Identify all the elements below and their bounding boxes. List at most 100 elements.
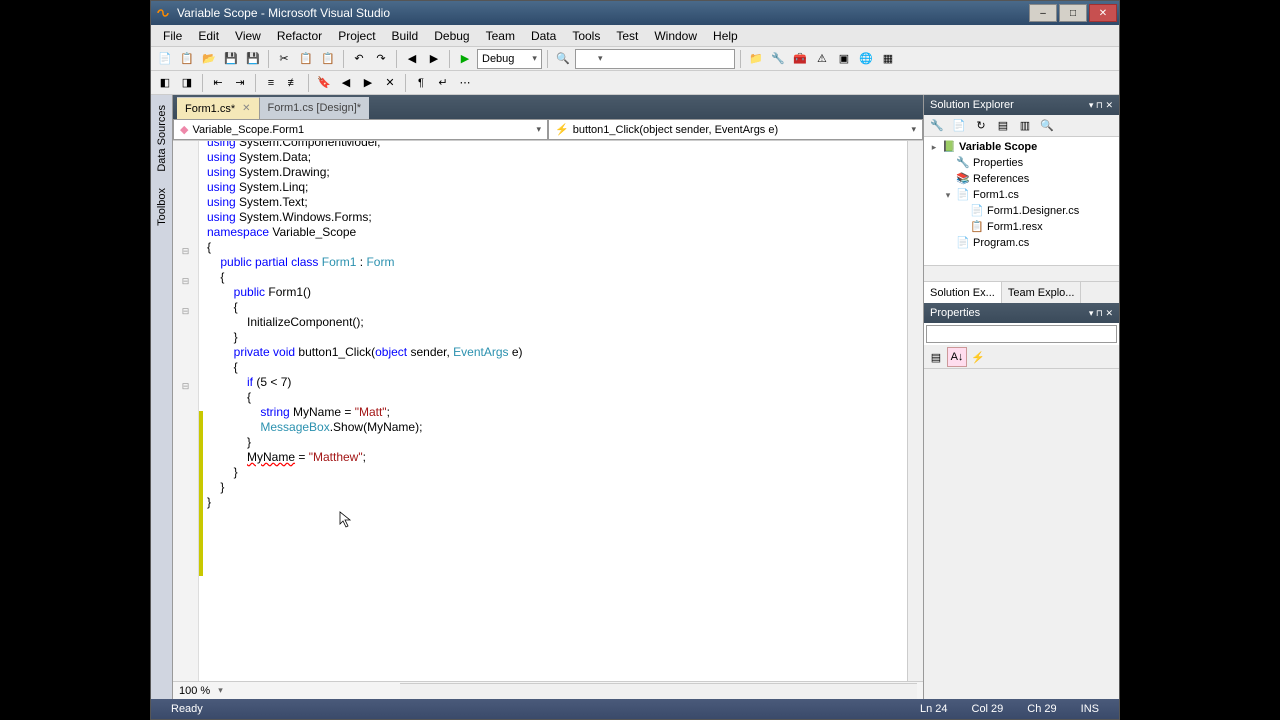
redo-button[interactable]: ↷	[371, 49, 391, 69]
toolbox-tab[interactable]: Toolbox	[154, 184, 170, 230]
bookmark-clear-button[interactable]: ✕	[380, 73, 400, 93]
properties-toolbar: ▤ A↓ ⚡	[924, 345, 1119, 369]
tree-node[interactable]: 📄Program.cs	[926, 235, 1117, 251]
show-all-icon[interactable]: 📄	[949, 116, 969, 136]
panel-tab[interactable]: Solution Ex...	[924, 282, 1002, 303]
properties-object-dropdown[interactable]	[926, 325, 1117, 343]
object-browser-button[interactable]: ◧	[155, 73, 175, 93]
menu-project[interactable]: Project	[330, 27, 383, 45]
copy-button[interactable]: 📋	[296, 49, 316, 69]
view-class-icon[interactable]: 🔍	[1037, 116, 1057, 136]
editor-status: 100 % ▾	[173, 681, 923, 699]
fold-gutter[interactable]: ⊟⊟⊟⊟	[173, 141, 199, 681]
tree-node[interactable]: ▸📗Variable Scope	[926, 139, 1117, 155]
toolbox-button[interactable]: 🧰	[790, 49, 810, 69]
add-item-button[interactable]: 📋	[177, 49, 197, 69]
uncomment-button[interactable]: ≢	[283, 73, 303, 93]
maximize-button[interactable]: □	[1059, 4, 1087, 22]
tree-node[interactable]: 📄Form1.Designer.cs	[926, 203, 1117, 219]
menu-refactor[interactable]: Refactor	[269, 27, 330, 45]
ws-button[interactable]: ¶	[411, 73, 431, 93]
menu-view[interactable]: View	[227, 27, 269, 45]
tree-node[interactable]: 📋Form1.resx	[926, 219, 1117, 235]
editor-pane: Form1.cs*✕Form1.cs [Design]* ◆Variable_S…	[173, 95, 923, 699]
menu-data[interactable]: Data	[523, 27, 564, 45]
view-designer-icon[interactable]: ▥	[1015, 116, 1035, 136]
menu-debug[interactable]: Debug	[426, 27, 477, 45]
menu-edit[interactable]: Edit	[190, 27, 227, 45]
member-combo[interactable]: ⚡button1_Click(object sender, EventArgs …	[548, 119, 923, 140]
tree-node[interactable]: 🔧Properties	[926, 155, 1117, 171]
document-tabs: Form1.cs*✕Form1.cs [Design]*	[173, 95, 923, 119]
zoom-dropdown-icon[interactable]: ▾	[218, 685, 223, 696]
tree-node[interactable]: 📚References	[926, 171, 1117, 187]
save-all-button[interactable]: 💾	[243, 49, 263, 69]
class-view-button[interactable]: ◨	[177, 73, 197, 93]
indent-more-button[interactable]: ⇥	[230, 73, 250, 93]
menu-team[interactable]: Team	[478, 27, 523, 45]
undo-button[interactable]: ↶	[349, 49, 369, 69]
titlebar[interactable]: Variable Scope - Microsoft Visual Studio…	[151, 1, 1119, 25]
document-tab[interactable]: Form1.cs*✕	[177, 97, 260, 119]
navigate-fwd-button[interactable]: ▶	[424, 49, 444, 69]
solution-tree[interactable]: ▸📗Variable Scope🔧Properties📚References▾📄…	[924, 137, 1119, 265]
window-title: Variable Scope - Microsoft Visual Studio	[177, 6, 1029, 20]
menu-help[interactable]: Help	[705, 27, 746, 45]
navigate-back-button[interactable]: ◀	[402, 49, 422, 69]
close-button[interactable]: ✕	[1089, 4, 1117, 22]
comment-button[interactable]: ≡	[261, 73, 281, 93]
tree-hscroll[interactable]	[924, 265, 1119, 281]
command-window-button[interactable]: ▣	[834, 49, 854, 69]
separator	[740, 50, 741, 68]
tree-node[interactable]: ▾📄Form1.cs	[926, 187, 1117, 203]
menu-build[interactable]: Build	[384, 27, 427, 45]
panel-tab[interactable]: Team Explo...	[1002, 282, 1082, 303]
view-code-icon[interactable]: ▤	[993, 116, 1013, 136]
solution-explorer-button[interactable]: 📁	[746, 49, 766, 69]
indent-less-button[interactable]: ⇤	[208, 73, 228, 93]
find-dropdown[interactable]	[575, 49, 735, 69]
class-combo[interactable]: ◆Variable_Scope.Form1	[173, 119, 548, 140]
find-button[interactable]: 🔍	[553, 49, 573, 69]
bookmark-button[interactable]: 🔖	[314, 73, 334, 93]
config-dropdown[interactable]: Debug	[477, 49, 542, 69]
menu-window[interactable]: Window	[646, 27, 705, 45]
wrap-button[interactable]: ↵	[433, 73, 453, 93]
app-icon	[155, 5, 171, 21]
status-col: Col 29	[960, 703, 1016, 715]
save-button[interactable]: 💾	[221, 49, 241, 69]
code-editor[interactable]: ⊟⊟⊟⊟ using System.ComponentModel;using S…	[173, 141, 923, 681]
bookmark-next-button[interactable]: ▶	[358, 73, 378, 93]
properties-button[interactable]: 🔧	[768, 49, 788, 69]
minimize-button[interactable]: –	[1029, 4, 1057, 22]
data-sources-tab[interactable]: Data Sources	[154, 101, 170, 176]
horizontal-scrollbar[interactable]	[400, 683, 917, 699]
zoom-level[interactable]: 100 %	[179, 685, 210, 697]
extension-button[interactable]: ▦	[878, 49, 898, 69]
refresh-icon[interactable]: ↻	[971, 116, 991, 136]
complete-button[interactable]: ⋯	[455, 73, 475, 93]
document-tab[interactable]: Form1.cs [Design]*	[260, 97, 370, 119]
menu-test[interactable]: Test	[608, 27, 646, 45]
separator	[449, 50, 450, 68]
vertical-scrollbar[interactable]	[907, 141, 923, 681]
start-button[interactable]: ▶	[455, 49, 475, 69]
categorized-icon[interactable]: ▤	[926, 347, 946, 367]
paste-button[interactable]: 📋	[318, 49, 338, 69]
properties-grid[interactable]	[924, 369, 1119, 699]
bookmark-prev-button[interactable]: ◀	[336, 73, 356, 93]
open-button[interactable]: 📂	[199, 49, 219, 69]
alpha-sort-icon[interactable]: A↓	[947, 347, 967, 367]
code-area[interactable]: using System.ComponentModel;using System…	[203, 141, 907, 681]
start-page-button[interactable]: 🌐	[856, 49, 876, 69]
side-panels: Solution Explorer▾ ⊓ ✕ 🔧 📄 ↻ ▤ ▥ 🔍 ▸📗Var…	[923, 95, 1119, 699]
cut-button[interactable]: ✂	[274, 49, 294, 69]
menu-tools[interactable]: Tools	[564, 27, 608, 45]
events-icon[interactable]: ⚡	[968, 347, 988, 367]
error-list-button[interactable]: ⚠	[812, 49, 832, 69]
menu-file[interactable]: File	[155, 27, 190, 45]
properties-icon[interactable]: 🔧	[927, 116, 947, 136]
menubar: FileEditViewRefactorProjectBuildDebugTea…	[151, 25, 1119, 47]
new-project-button[interactable]: 📄	[155, 49, 175, 69]
toolbar-text: ◧ ◨ ⇤ ⇥ ≡ ≢ 🔖 ◀ ▶ ✕ ¶ ↵ ⋯	[151, 71, 1119, 95]
